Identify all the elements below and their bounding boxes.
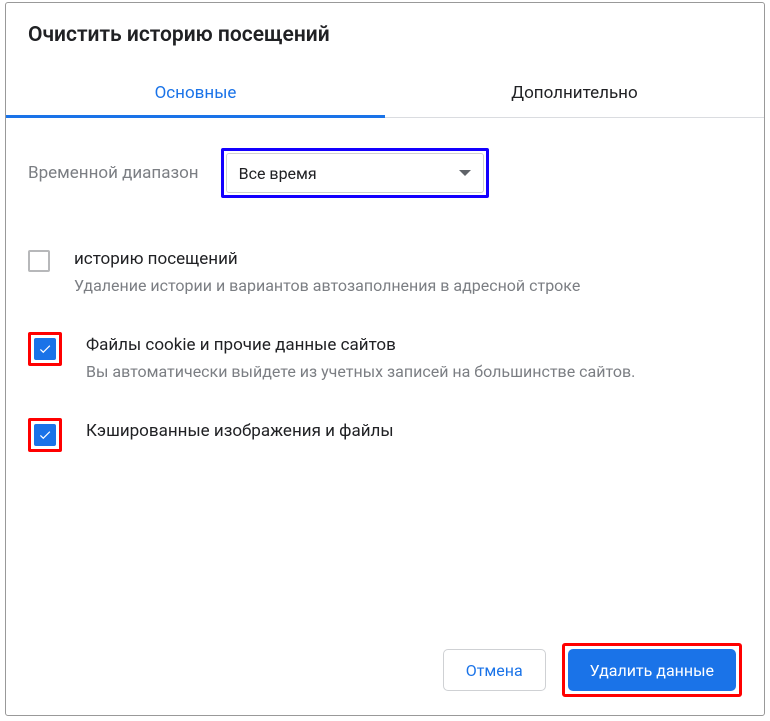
chevron-down-icon xyxy=(459,170,471,176)
option-title: историю посещений xyxy=(74,248,742,272)
option-row-history: историю посещений Удаление истории и вар… xyxy=(28,248,742,298)
option-row-cookies: Файлы cookie и прочие данные сайтов Вы а… xyxy=(28,334,742,384)
confirm-button[interactable]: Удалить данные xyxy=(568,649,736,691)
time-range-highlight: Все время xyxy=(221,148,489,198)
option-text: Кэшированные изображения и файлы xyxy=(86,420,742,444)
option-desc: Удаление истории и вариантов автозаполне… xyxy=(74,274,742,298)
option-title: Кэшированные изображения и файлы xyxy=(86,420,742,444)
clear-browsing-data-dialog: Очистить историю посещений Основные Допо… xyxy=(5,2,765,716)
checkbox-history[interactable] xyxy=(28,250,50,272)
check-icon xyxy=(38,342,52,356)
dialog-footer: Отмена Удалить данные xyxy=(6,625,764,715)
check-icon xyxy=(38,428,52,442)
tab-basic[interactable]: Основные xyxy=(6,69,385,117)
tab-advanced[interactable]: Дополнительно xyxy=(385,69,764,117)
checkbox-cache[interactable] xyxy=(34,424,56,446)
option-row-cache: Кэшированные изображения и файлы xyxy=(28,420,742,452)
tabs: Основные Дополнительно xyxy=(6,69,764,118)
time-range-select[interactable]: Все время xyxy=(226,153,484,193)
dialog-body: Временной диапазон Все время историю пос… xyxy=(6,118,764,625)
checkbox-highlight xyxy=(28,418,62,452)
option-text: историю посещений Удаление истории и вар… xyxy=(74,248,742,298)
time-range-label: Временной диапазон xyxy=(28,163,199,183)
cancel-button[interactable]: Отмена xyxy=(443,649,546,691)
option-desc: Вы автоматически выйдете из учетных запи… xyxy=(86,360,742,384)
checkbox-cookies[interactable] xyxy=(34,338,56,360)
checkbox-highlight xyxy=(28,332,62,366)
option-title: Файлы cookie и прочие данные сайтов xyxy=(86,334,742,358)
confirm-button-highlight: Удалить данные xyxy=(562,643,742,697)
time-range-selected-value: Все время xyxy=(239,164,317,183)
dialog-title: Очистить историю посещений xyxy=(6,3,764,47)
time-range-row: Временной диапазон Все время xyxy=(28,148,742,198)
option-text: Файлы cookie и прочие данные сайтов Вы а… xyxy=(86,334,742,384)
